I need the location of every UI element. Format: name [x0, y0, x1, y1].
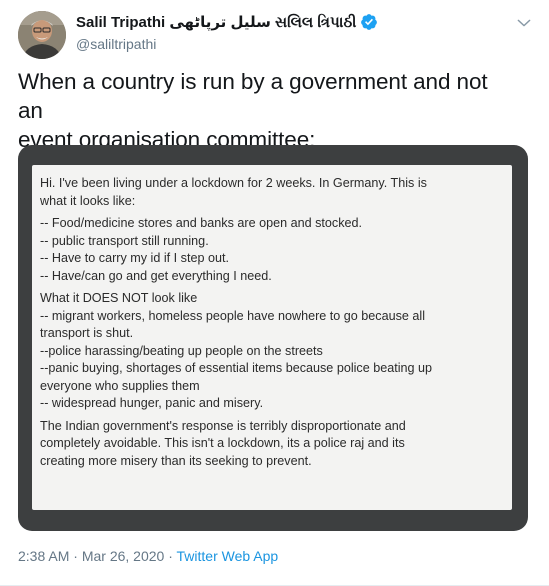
post-line: Hi. I've been living under a lockdown fo…: [40, 176, 427, 190]
post-line: what it looks like:: [40, 193, 136, 208]
post-line: -- Have to carry my id if I step out.: [40, 251, 229, 265]
tweet-text: When a country is run by a government an…: [18, 67, 518, 154]
post-line: -- public transport still running.: [40, 233, 209, 248]
post-line: -- Food/medicine stores and banks are op…: [40, 216, 363, 230]
post-line: -- Have/can go and get everything I need…: [40, 268, 272, 283]
meta-separator: ·: [164, 548, 177, 564]
post-line: everyone who supplies them: [40, 378, 200, 393]
post-line: --police harassing/beating up people on …: [40, 343, 323, 358]
post-line: What it DOES NOT look like: [40, 291, 198, 305]
tweet-date[interactable]: Mar 26, 2020: [82, 548, 165, 564]
post-line: transport is shut.: [40, 326, 134, 340]
post-paragraph: Hi. I've been living under a lockdown fo…: [40, 175, 506, 210]
media-image[interactable]: Hi. I've been living under a lockdown fo…: [18, 145, 528, 531]
author-name-row: Salil Tripathi سلیل ترپاٹھی સલિલ ત્રિપાઠ…: [76, 13, 378, 31]
screenshot-post-body: Hi. I've been living under a lockdown fo…: [40, 175, 506, 475]
post-line: -- widespread hunger, panic and misery.: [40, 396, 264, 410]
tweet-time[interactable]: 2:38 AM: [18, 548, 69, 564]
author-handle[interactable]: @saliltripathi: [76, 36, 156, 52]
tweet-meta: 2:38 AM · Mar 26, 2020 · Twitter Web App: [18, 548, 278, 564]
post-line: creating more misery than its seeking to…: [40, 453, 312, 468]
post-line: --panic buying, shortages of essential i…: [40, 361, 433, 375]
author-name[interactable]: Salil Tripathi سلیل ترپاٹھی સલિલ ત્રિપાઠ…: [76, 13, 356, 31]
post-line: -- migrant workers, homeless people have…: [40, 308, 426, 323]
tweet-source-link[interactable]: Twitter Web App: [177, 548, 279, 564]
screenshot-post: Hi. I've been living under a lockdown fo…: [32, 165, 512, 510]
post-paragraph: What it DOES NOT look like -- migrant wo…: [40, 290, 506, 413]
tweet-card: Salil Tripathi سلیل ترپاٹھی સલિલ ત્રિપાઠ…: [0, 0, 549, 586]
avatar[interactable]: [18, 11, 66, 59]
verified-badge-icon: [360, 13, 378, 31]
post-line: The Indian government's response is terr…: [40, 418, 406, 433]
post-paragraph: -- Food/medicine stores and banks are op…: [40, 215, 506, 285]
chevron-down-icon[interactable]: [515, 14, 533, 32]
tweet-text-line: When a country is run by a government an…: [18, 69, 488, 123]
post-paragraph: The Indian government's response is terr…: [40, 418, 506, 471]
post-line: completely avoidable. This isn't a lockd…: [40, 436, 405, 450]
meta-separator: ·: [69, 548, 82, 564]
